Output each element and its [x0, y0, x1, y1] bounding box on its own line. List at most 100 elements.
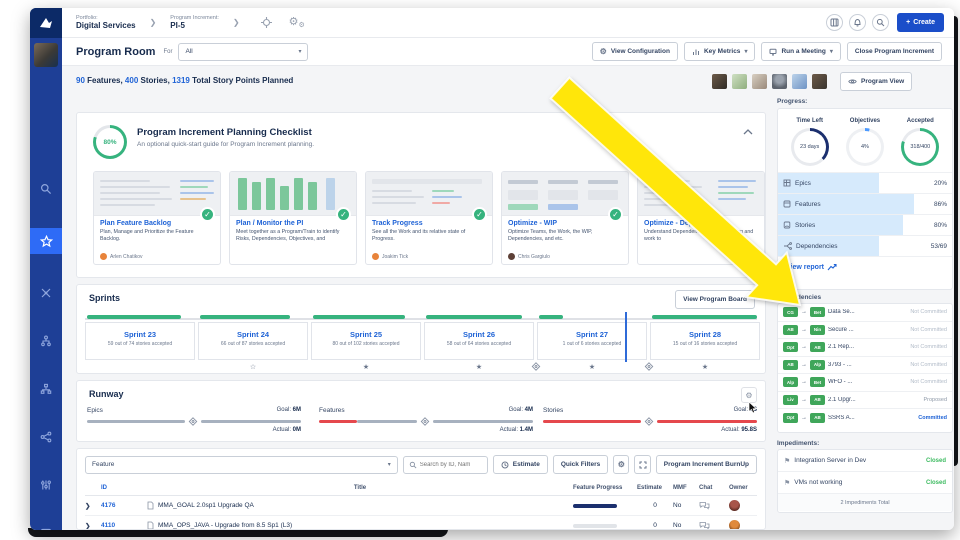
objective-star-icon: ★	[701, 364, 709, 371]
sprint-card[interactable]: Sprint 27 1 out of 6 stories accepted	[537, 322, 647, 360]
search-box[interactable]	[402, 455, 488, 474]
gear-icon: ⚙	[599, 47, 607, 56]
table-row[interactable]: ❯ 4176 MMA_GOAL 2.0sp1 Upgrade QA 0 No	[85, 496, 757, 516]
milestone-diamond-icon[interactable]	[644, 417, 654, 426]
objective-star-icon: ★	[362, 364, 370, 371]
bar-chart-icon	[692, 49, 699, 55]
scope-select[interactable]: All ▾	[178, 42, 309, 61]
arrow-icon: →	[801, 309, 807, 316]
close-program-increment-button[interactable]: Close Program Increment	[846, 42, 942, 61]
impediment-row[interactable]: ⚑ VMs not working Closed	[778, 472, 952, 494]
author-avatar	[508, 253, 515, 260]
inbox-icon[interactable]	[30, 524, 62, 530]
programs-icon[interactable]	[30, 284, 62, 302]
runway-track-stories: StoriesGoal: 9S Actual: 95.8S	[543, 407, 757, 433]
sprint-card[interactable]: Sprint 26 58 out of 64 stories accepted	[424, 322, 534, 360]
dependency-row[interactable]: CG → Bet Data Se... Not Committed	[778, 304, 952, 322]
org-chart-icon[interactable]	[30, 380, 62, 398]
dependency-row[interactable]: Liv → AB 2.1 Upgr... Proposed	[778, 392, 952, 409]
avatar[interactable]	[732, 74, 747, 89]
run-a-meeting-button[interactable]: Run a Meeting ▾	[761, 42, 841, 61]
check-icon: ✓	[472, 207, 487, 222]
chevron-right-icon: ❯	[149, 18, 157, 27]
estimate-icon	[501, 461, 509, 468]
owner-avatar[interactable]	[729, 500, 740, 511]
milestone-diamond-icon[interactable]	[420, 417, 430, 426]
avatar[interactable]	[792, 74, 807, 89]
search-icon[interactable]	[30, 180, 62, 198]
milestone-diamond-icon[interactable]	[644, 362, 654, 371]
app-logo-icon[interactable]	[30, 8, 62, 38]
collapse-chevron-icon[interactable]	[743, 129, 753, 135]
breadcrumb-portfolio[interactable]: Portfolio: Digital Services	[76, 15, 136, 31]
checklist-card[interactable]: ✓ Track Progress See all the Work and it…	[365, 171, 493, 265]
milestone-diamond-icon[interactable]	[531, 362, 541, 371]
gears-icon[interactable]: ⚙⚙	[289, 16, 305, 29]
progress-row-epics[interactable]: Epics 20%	[778, 172, 952, 193]
owner-avatar[interactable]	[729, 520, 740, 529]
avatar[interactable]	[812, 74, 827, 89]
checklist-card[interactable]: ✓ Plan / Monitor the PI Meet together as…	[229, 171, 357, 265]
settings-sliders-icon[interactable]	[30, 476, 62, 494]
checklist-card[interactable]: Optimize - Dependencies Understand Depen…	[637, 171, 765, 265]
breadcrumb-program-increment[interactable]: Program Increment: PI-5	[170, 15, 219, 31]
dependency-row[interactable]: Opt → AB 2.1 Rep... Not Committed	[778, 339, 952, 357]
milestone-diamond-icon[interactable]	[188, 417, 198, 426]
dependency-row[interactable]: Opt → AB SSRS A... Committed	[778, 409, 952, 427]
network-icon[interactable]	[30, 428, 62, 446]
dependency-row[interactable]: Alp → Bet WFO - ... Not Committed	[778, 374, 952, 392]
pi-value[interactable]: PI-5	[170, 21, 219, 30]
checklist-card[interactable]: ✓ Plan Feature Backlog Plan, Manage and …	[93, 171, 221, 265]
program-view-button[interactable]: Program View	[840, 72, 913, 91]
chat-icon[interactable]	[699, 501, 729, 510]
item-type-select[interactable]: Feature ▾	[85, 455, 398, 474]
dependency-status: Not Committed	[910, 361, 947, 368]
chat-icon[interactable]	[699, 521, 729, 529]
dependency-status: Not Committed	[910, 326, 947, 333]
progress-row-dependencies[interactable]: Dependencies 53/69	[778, 235, 952, 256]
search-input[interactable]	[419, 461, 482, 468]
create-button[interactable]: + Create	[897, 13, 944, 32]
expand-chevron-icon[interactable]: ❯	[85, 522, 101, 530]
notifications-bell-icon[interactable]	[849, 14, 867, 31]
avatar[interactable]	[752, 74, 767, 89]
quick-filters-button[interactable]: Quick Filters	[552, 455, 609, 474]
sprint-card[interactable]: Sprint 25 80 out of 102 stories accepted	[311, 322, 421, 360]
search-icon[interactable]	[872, 14, 890, 31]
sprint-card[interactable]: Sprint 28 15 out of 16 stories accepted	[650, 322, 760, 360]
avatar[interactable]	[772, 74, 787, 89]
view-program-board-button[interactable]: View Program Board	[675, 290, 755, 309]
dependency-row[interactable]: AB → Alp 3793 - ... Not Committed	[778, 357, 952, 374]
dependency-row[interactable]: AB → Nin Secure ... Not Committed	[778, 322, 952, 339]
progress-row-features[interactable]: Features 86%	[778, 193, 952, 214]
card-desc: See all the Work and its relative state …	[372, 229, 466, 242]
favorites-star-icon[interactable]	[30, 228, 62, 254]
program-increment-burnup-button[interactable]: Program Increment BurnUp	[655, 455, 757, 474]
value-stream-icon[interactable]	[30, 332, 62, 350]
sprint-card[interactable]: Sprint 23 59 out of 74 stories accepted	[85, 322, 195, 360]
expand-chevron-icon[interactable]: ❯	[85, 502, 101, 510]
view-report-link[interactable]: View report	[778, 256, 952, 277]
gear-icon[interactable]: ⚙	[741, 387, 757, 403]
page-title: Program Room	[76, 45, 156, 58]
impediment-row[interactable]: ⚑ Integration Server in Dev Closed	[778, 450, 952, 472]
gear-icon[interactable]: ⚙	[613, 455, 630, 474]
board-icon[interactable]	[826, 14, 844, 31]
sprint-card[interactable]: Sprint 24 66 out of 87 stories accepted	[198, 322, 308, 360]
key-metrics-button[interactable]: Key Metrics ▾	[683, 42, 756, 61]
expand-icon[interactable]	[634, 455, 651, 474]
user-avatar[interactable]	[34, 43, 58, 67]
feature-id-link[interactable]: 4110	[101, 522, 147, 529]
view-configuration-button[interactable]: ⚙ View Configuration	[591, 42, 678, 61]
crosshair-icon[interactable]	[260, 16, 273, 29]
avatar[interactable]	[712, 74, 727, 89]
checklist-card[interactable]: ✓ Optimize - WIP Optimize Teams, the Wor…	[501, 171, 629, 265]
progress-row-stories[interactable]: Stories 80%	[778, 214, 952, 235]
progress-label: Progress:	[777, 98, 808, 105]
portfolio-value[interactable]: Digital Services	[76, 21, 136, 30]
feature-id-link[interactable]: 4176	[101, 502, 147, 509]
estimate-button[interactable]: Estimate	[492, 455, 548, 474]
check-icon: ✓	[200, 207, 215, 222]
gauge-objectives: Objectives 4%	[845, 118, 884, 166]
table-row[interactable]: ❯ 4110 MMA_OPS_JAVA - Upgrade from 8.5 S…	[85, 516, 757, 530]
